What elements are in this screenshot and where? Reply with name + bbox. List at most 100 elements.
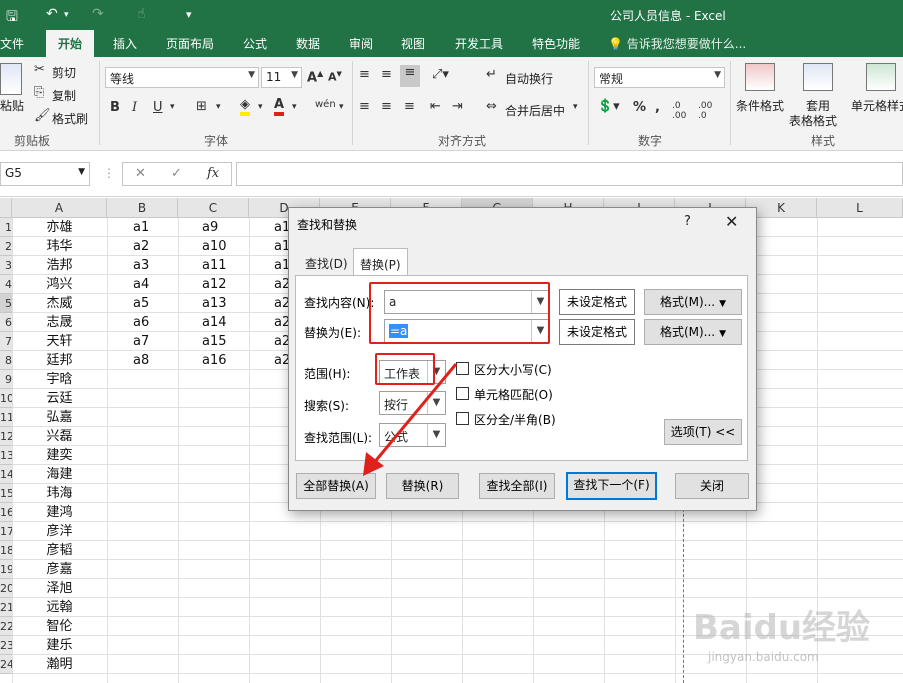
- match-case-checkbox[interactable]: [456, 362, 469, 375]
- row-header[interactable]: 4: [0, 275, 12, 294]
- column-header[interactable]: L: [817, 198, 903, 218]
- row-header[interactable]: 2: [0, 237, 12, 256]
- insert-function-icon[interactable]: fx: [207, 166, 219, 181]
- row-header[interactable]: 10: [0, 389, 12, 408]
- cell-col_c[interactable]: a10: [202, 237, 248, 256]
- align-bottom-icon[interactable]: ≡: [400, 65, 420, 87]
- tab-file[interactable]: 文件: [0, 35, 24, 52]
- cell-col_a[interactable]: 玮海: [12, 484, 107, 503]
- merge-center-button[interactable]: 合并后居中: [505, 102, 565, 119]
- cell-col_a[interactable]: 智伦: [12, 617, 107, 636]
- border-icon[interactable]: ⊞: [196, 99, 207, 114]
- cell-col_c[interactable]: a11: [202, 256, 248, 275]
- border-dropdown-icon[interactable]: ▾: [216, 102, 221, 112]
- underline-icon[interactable]: U: [153, 100, 163, 115]
- cell-col_a[interactable]: 浩邦: [12, 256, 107, 275]
- cell-col_a[interactable]: 鸿兴: [12, 275, 107, 294]
- row-header[interactable]: 6: [0, 313, 12, 332]
- phonetic-dropdown-icon[interactable]: ▾: [339, 102, 344, 112]
- cell-col_a[interactable]: 瀚明: [12, 655, 107, 674]
- options-button[interactable]: 选项(T) <<: [664, 419, 742, 445]
- touch-mode-icon[interactable]: ☝: [137, 6, 146, 22]
- row-header[interactable]: 5: [0, 294, 12, 313]
- increase-indent-icon[interactable]: ⇥: [452, 99, 463, 114]
- select-all-corner[interactable]: [0, 198, 12, 218]
- phonetic-icon[interactable]: wén: [315, 99, 336, 110]
- cut-button[interactable]: 剪切: [52, 64, 76, 81]
- cut-icon[interactable]: ✂: [34, 62, 45, 77]
- cell-col_a[interactable]: 玮华: [12, 237, 107, 256]
- tab-review[interactable]: 审阅: [349, 35, 373, 52]
- row-header[interactable]: 13: [0, 446, 12, 465]
- decrease-indent-icon[interactable]: ⇤: [430, 99, 441, 114]
- merge-center-icon[interactable]: ⇔: [486, 99, 497, 114]
- row-header[interactable]: 11: [0, 408, 12, 427]
- tab-data[interactable]: 数据: [296, 35, 320, 52]
- cell-col_b[interactable]: a2: [133, 237, 177, 256]
- format-painter-button[interactable]: 格式刷: [52, 110, 88, 127]
- find-all-button[interactable]: 查找全部(I): [479, 473, 555, 499]
- comma-icon[interactable]: ,: [655, 100, 660, 115]
- format-painter-icon[interactable]: 🖌: [34, 108, 51, 123]
- number-format-select[interactable]: 常规 ▼: [594, 67, 725, 88]
- cell-col_a[interactable]: 亦雄: [12, 218, 107, 237]
- tab-special[interactable]: 特色功能: [532, 35, 580, 52]
- replace-all-button[interactable]: 全部替换(A): [296, 473, 376, 499]
- match-entire-cell-checkbox[interactable]: [456, 387, 469, 400]
- undo-icon[interactable]: ↶: [46, 6, 58, 22]
- fill-color-icon[interactable]: ◈: [240, 98, 250, 116]
- wrap-text-button[interactable]: 自动换行: [505, 70, 553, 87]
- conditional-formatting-icon[interactable]: [745, 63, 775, 91]
- format-as-table-icon[interactable]: [803, 63, 833, 91]
- search-order-select[interactable]: 按行 ▼: [379, 391, 446, 415]
- customize-qat-icon[interactable]: ▾: [186, 8, 192, 21]
- wrap-text-icon[interactable]: ↵: [486, 67, 497, 82]
- underline-dropdown-icon[interactable]: ▾: [170, 102, 175, 112]
- cell-col_b[interactable]: a5: [133, 294, 177, 313]
- cell-col_a[interactable]: 志晟: [12, 313, 107, 332]
- enter-icon[interactable]: ✓: [171, 166, 182, 181]
- cell-col_a[interactable]: 杰威: [12, 294, 107, 313]
- column-header[interactable]: B: [107, 198, 178, 218]
- format-as-table-label-2[interactable]: 表格格式: [789, 112, 837, 129]
- cell-styles-button[interactable]: 单元格样式: [851, 97, 903, 114]
- cell-col_a[interactable]: 廷邦: [12, 351, 107, 370]
- row-header[interactable]: 12: [0, 427, 12, 446]
- row-header[interactable]: 15: [0, 484, 12, 503]
- font-color-dropdown-icon[interactable]: ▾: [292, 102, 297, 112]
- increase-decimal-icon[interactable]: .0.00: [672, 101, 686, 121]
- align-top-icon[interactable]: ≡: [359, 67, 370, 82]
- paste-label[interactable]: 粘贴: [0, 97, 24, 114]
- cell-col_a[interactable]: 彦韬: [12, 541, 107, 560]
- cell-col_c[interactable]: a13: [202, 294, 248, 313]
- row-header[interactable]: 24: [0, 655, 12, 674]
- copy-icon[interactable]: ⎘: [34, 85, 44, 100]
- tab-insert[interactable]: 插入: [113, 35, 137, 52]
- cell-col_b[interactable]: a7: [133, 332, 177, 351]
- row-header[interactable]: 19: [0, 560, 12, 579]
- cell-col_a[interactable]: 兴磊: [12, 427, 107, 446]
- conditional-formatting-button[interactable]: 条件格式: [736, 97, 784, 114]
- row-header[interactable]: 3: [0, 256, 12, 275]
- merge-dropdown-icon[interactable]: ▾: [573, 102, 578, 112]
- row-header[interactable]: 14: [0, 465, 12, 484]
- font-name-select[interactable]: 等线 ▼: [105, 67, 259, 88]
- row-header[interactable]: 22: [0, 617, 12, 636]
- row-header[interactable]: 17: [0, 522, 12, 541]
- cell-col_b[interactable]: a1: [133, 218, 177, 237]
- cell-col_b[interactable]: a6: [133, 313, 177, 332]
- tab-developer[interactable]: 开发工具: [455, 35, 503, 52]
- cell-col_a[interactable]: 天轩: [12, 332, 107, 351]
- cell-col_c[interactable]: a14: [202, 313, 248, 332]
- cell-col_a[interactable]: 建鸿: [12, 503, 107, 522]
- find-format-button[interactable]: 格式(M)... ▼: [644, 289, 742, 315]
- cell-col_b[interactable]: a4: [133, 275, 177, 294]
- cell-col_c[interactable]: a9: [202, 218, 248, 237]
- align-right-icon[interactable]: ≡: [404, 99, 415, 114]
- fill-color-dropdown-icon[interactable]: ▾: [258, 102, 263, 112]
- match-width-label[interactable]: 区分全/半角(B): [474, 411, 556, 428]
- column-header[interactable]: C: [178, 198, 249, 218]
- cell-col_a[interactable]: 云廷: [12, 389, 107, 408]
- percent-icon[interactable]: %: [633, 100, 646, 115]
- row-header[interactable]: 23: [0, 636, 12, 655]
